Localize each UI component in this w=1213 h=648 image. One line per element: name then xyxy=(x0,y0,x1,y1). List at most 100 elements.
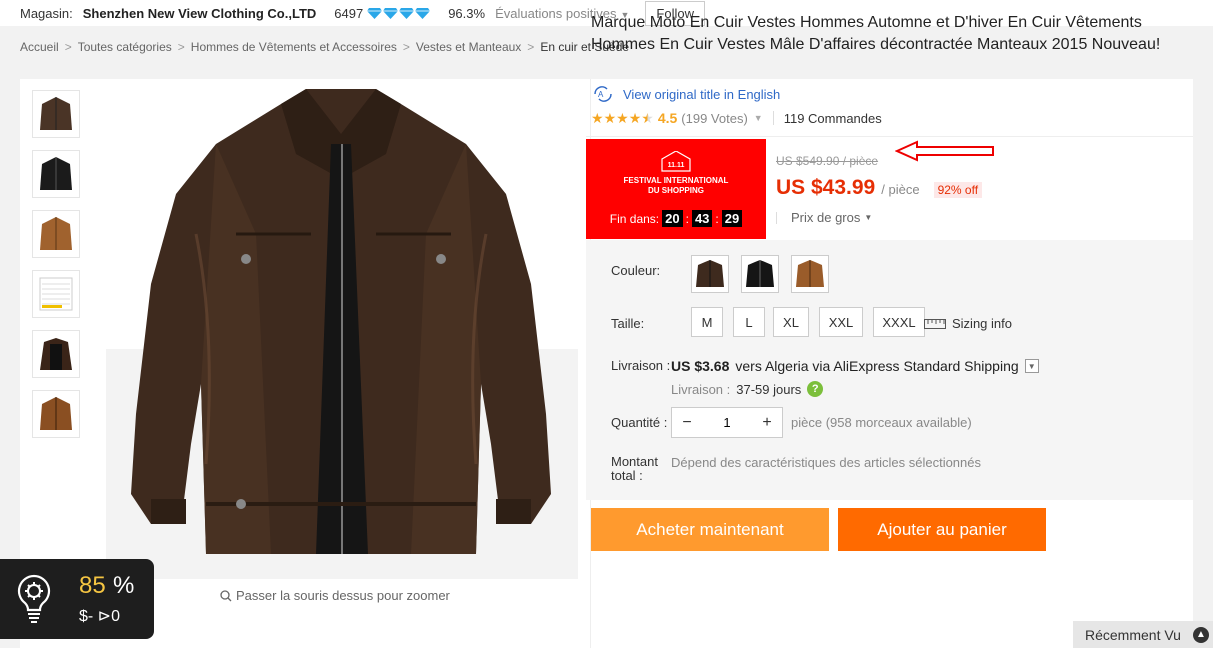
widget-percent: 85 xyxy=(79,572,106,599)
store-rank-diamonds xyxy=(367,7,431,19)
thumbnail-jacket-lining[interactable] xyxy=(32,330,80,378)
divider xyxy=(586,136,1193,137)
breadcrumb-item[interactable]: Vestes et Manteaux xyxy=(416,40,521,54)
size-option-xxxl[interactable]: XXXL xyxy=(873,307,925,337)
thumbnail-tan-jacket[interactable] xyxy=(32,210,80,258)
countdown-colon: : xyxy=(715,211,719,226)
chevron-down-icon[interactable]: ▼ xyxy=(1024,359,1039,373)
chevron-down-icon[interactable]: ▼ xyxy=(754,113,763,123)
breadcrumb-separator: > xyxy=(64,40,72,54)
shipping-label: Livraison : xyxy=(611,358,671,373)
size-option-l[interactable]: L xyxy=(733,307,765,337)
magnifier-icon xyxy=(220,589,232,601)
sizing-info-link[interactable]: Sizing info xyxy=(924,316,1012,331)
total-label-line2: total : xyxy=(611,468,643,483)
jacket-thumbnail-image xyxy=(40,217,72,250)
festival-name-line1: FESTIVAL INTERNATIONAL xyxy=(623,176,729,185)
view-original-title-text: View original title in English xyxy=(623,86,781,102)
star-icon: ★ xyxy=(628,110,642,126)
festival-logo: 11.11 xyxy=(661,151,691,172)
positive-percentage: 96.3% xyxy=(448,5,486,21)
performance-widget[interactable]: 85 % $- ⊳0 xyxy=(0,559,154,639)
main-product-image[interactable] xyxy=(106,84,578,579)
color-swatch-black[interactable] xyxy=(741,255,779,293)
original-price: US $549.90 / pièce xyxy=(776,154,879,168)
svg-text:A: A xyxy=(598,90,604,99)
diamond-icon xyxy=(383,7,399,19)
breadcrumb-item[interactable]: Toutes catégories xyxy=(78,40,172,54)
countdown-hours: 20 xyxy=(662,210,683,227)
shipping-option[interactable]: US $3.68 vers Algeria via AliExpress Sta… xyxy=(671,358,1039,374)
festival-banner[interactable]: 11.11 FESTIVAL INTERNATIONAL DU SHOPPING… xyxy=(586,139,766,239)
bulk-price-label: Prix de gros xyxy=(791,210,861,225)
bulk-price-dropdown[interactable]: Prix de gros ▼ xyxy=(776,210,872,225)
total-label: Montant total : xyxy=(611,455,658,483)
countdown-label: Fin dans: xyxy=(609,211,660,226)
view-original-title-link[interactable]: A View original title in English xyxy=(591,85,780,103)
festival-name: FESTIVAL INTERNATIONAL DU SHOPPING xyxy=(586,176,766,196)
thumbnail-size-chart[interactable] xyxy=(32,270,80,318)
ruler-icon xyxy=(924,318,946,329)
store-name-link[interactable]: Shenzhen New View Clothing Co.,LTD xyxy=(83,6,317,21)
zoom-hint-text: Passer la souris dessus pour zoomer xyxy=(236,588,450,603)
jacket-swatch-image xyxy=(746,260,774,287)
chevron-up-icon: ▲ xyxy=(1192,626,1209,643)
breadcrumb: Accueil > Toutes catégories > Hommes de … xyxy=(20,40,629,54)
help-icon[interactable]: ? xyxy=(807,381,824,397)
delivery-label: Livraison : xyxy=(671,381,731,397)
size-option-m[interactable]: M xyxy=(691,307,723,337)
sizing-info-text: Sizing info xyxy=(952,316,1012,331)
price-row: US $43.99 / pièce 92% off xyxy=(776,176,983,200)
breadcrumb-separator: > xyxy=(402,40,410,54)
store-score: 6497 xyxy=(334,5,364,21)
page-gutter xyxy=(1193,79,1213,648)
thumbnail-brown-jacket[interactable] xyxy=(32,90,80,138)
breadcrumb-item[interactable]: Accueil xyxy=(20,40,59,54)
divider xyxy=(772,111,774,125)
recently-viewed-label: Récemment Vu xyxy=(1085,626,1181,643)
zoom-hint: Passer la souris dessus pour zoomer xyxy=(220,588,450,603)
votes-count[interactable]: (199 Votes) xyxy=(681,111,748,126)
size-option-xxl[interactable]: XXL xyxy=(819,307,863,337)
decrease-quantity-button[interactable]: − xyxy=(672,408,702,437)
buy-now-button[interactable]: Acheter maintenant xyxy=(591,508,829,551)
store-label: Magasin: xyxy=(20,5,73,21)
color-swatch-brown[interactable] xyxy=(691,255,729,293)
jacket-thumbnail-image xyxy=(40,338,72,370)
diamond-icon xyxy=(399,7,415,19)
quantity-input[interactable] xyxy=(702,408,752,437)
divider xyxy=(776,211,777,224)
thumbnail-tan-jacket-2[interactable] xyxy=(32,390,80,438)
current-price: US $43.99 xyxy=(776,176,876,199)
add-to-cart-button[interactable]: Ajouter au panier xyxy=(838,508,1046,551)
size-option-xl[interactable]: XL xyxy=(773,307,809,337)
jacket-swatch-image xyxy=(696,260,724,287)
rating-row: ★ ★ ★ ★ ★ 4.5 (199 Votes) ▼ 119 Commande… xyxy=(591,110,882,126)
countdown-minutes: 43 xyxy=(691,210,713,227)
shipping-method: vers Algeria via AliExpress Standard Shi… xyxy=(735,358,1019,374)
widget-percent-sign: % xyxy=(113,572,135,599)
star-rating: ★ ★ ★ ★ ★ xyxy=(591,111,654,125)
recently-viewed-tab[interactable]: Récemment Vu ▲ xyxy=(1073,621,1213,648)
color-swatch-tan[interactable] xyxy=(791,255,829,293)
star-icon: ★ xyxy=(603,110,617,126)
translate-icon: A xyxy=(594,86,612,102)
widget-stats: $- ⊳0 xyxy=(79,608,120,625)
rating-value: 4.5 xyxy=(657,110,678,126)
increase-quantity-button[interactable]: + xyxy=(752,408,782,437)
breadcrumb-separator: > xyxy=(527,40,535,54)
diamond-icon xyxy=(367,7,383,19)
quantity-label: Quantité : xyxy=(611,415,668,430)
quantity-stepper: − + xyxy=(671,407,783,438)
countdown-timer: Fin dans: 20 : 43 : 29 xyxy=(586,210,766,227)
star-icon: ★ xyxy=(591,110,604,126)
countdown-seconds: 29 xyxy=(721,210,743,227)
countdown-colon: : xyxy=(685,211,689,226)
chevron-down-icon: ▼ xyxy=(864,213,873,222)
orders-count: 119 Commandes xyxy=(783,110,882,126)
star-icon: ★ xyxy=(616,110,629,126)
jacket-thumbnail-image xyxy=(40,157,72,190)
breadcrumb-item[interactable]: Hommes de Vêtements et Accessoires xyxy=(191,40,397,54)
thumbnail-black-jacket[interactable] xyxy=(32,150,80,198)
breadcrumb-separator: > xyxy=(177,40,185,54)
